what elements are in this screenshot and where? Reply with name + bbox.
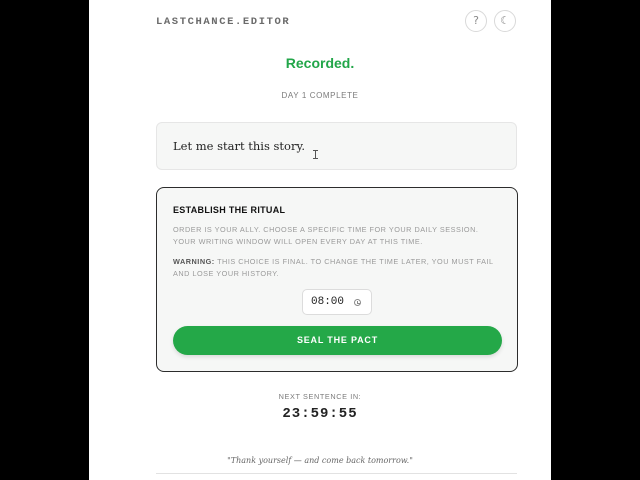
countdown-timer: 23:59:55 [282, 406, 358, 422]
ritual-warning: WARNING: THIS CHOICE IS FINAL. TO CHANGE… [173, 256, 503, 279]
help-icon: ? [473, 14, 479, 27]
warning-text: THIS CHOICE IS FINAL. TO CHANGE THE TIME… [173, 257, 494, 278]
app-brand: LASTCHANCE.EDITOR [156, 16, 291, 28]
divider [156, 473, 517, 474]
status-subtitle: DAY 1 COMPLETE [281, 91, 359, 100]
story-input[interactable]: Let me start this story. [156, 122, 517, 170]
moon-icon: ☾ [500, 14, 510, 27]
time-input[interactable]: 08:00 [302, 289, 372, 315]
clock-icon[interactable] [354, 299, 361, 306]
ritual-title: ESTABLISH THE RITUAL [173, 205, 286, 215]
ritual-card: ESTABLISH THE RITUAL ORDER IS YOUR ALLY.… [156, 187, 518, 372]
text-cursor-icon [313, 150, 318, 159]
seal-the-pact-button[interactable]: SEAL THE PACT [173, 326, 502, 355]
ritual-description: ORDER IS YOUR ALLY. CHOOSE A SPECIFIC TI… [173, 225, 479, 246]
footer-quote: "Thank yourself — and come back tomorrow… [227, 456, 413, 465]
editor-page: LASTCHANCE.EDITOR ? ☾ Recorded. DAY 1 CO… [89, 0, 551, 480]
time-value: 08:00 [311, 296, 345, 308]
story-text: Let me start this story. [173, 139, 306, 153]
warning-label: WARNING: [173, 257, 215, 266]
countdown-label: NEXT SENTENCE IN: [278, 392, 362, 401]
status-title: Recorded. [285, 55, 355, 71]
theme-toggle-button[interactable]: ☾ [494, 10, 516, 32]
help-button[interactable]: ? [465, 10, 487, 32]
